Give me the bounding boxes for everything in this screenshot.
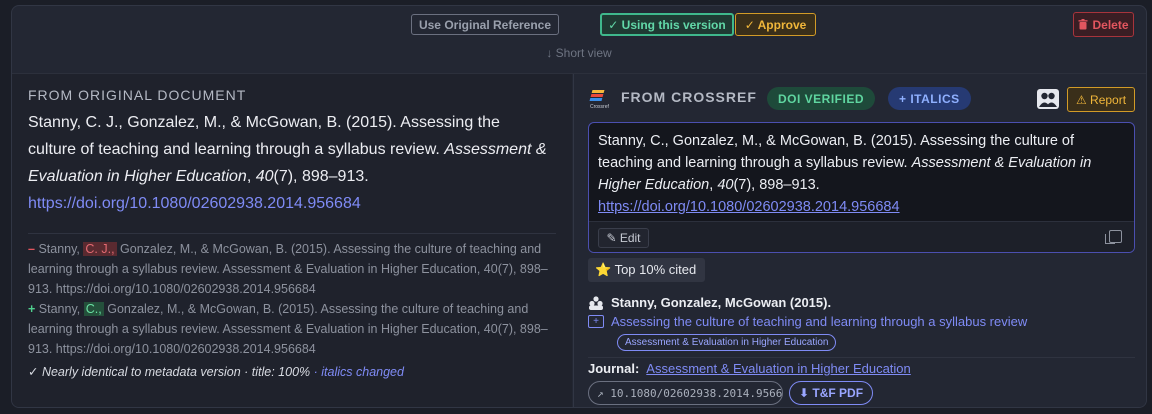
crossref-heading: FROM CROSSREF: [621, 89, 757, 105]
original-citation-text: Stanny, C. J., Gonzalez, M., & McGowan, …: [28, 114, 500, 158]
authors-icon[interactable]: [1037, 89, 1059, 109]
copy-icon[interactable]: [1105, 230, 1122, 244]
diff-text: Gonzalez, M., & McGowan, B. (2015). Asse…: [28, 302, 548, 356]
diff-removed-token: C. J.,: [83, 242, 117, 256]
tf-pdf-button[interactable]: ⬇ T&F PDF: [789, 381, 873, 405]
delete-label: Delete: [1092, 17, 1129, 32]
diff-removed-line: – Stanny, C. J., Gonzalez, M., & McGowan…: [28, 239, 550, 299]
original-doi-link[interactable]: https://doi.org/10.1080/02602938.2014.95…: [28, 195, 361, 212]
using-this-version-button[interactable]: ✓ Using this version: [600, 13, 734, 36]
journal-label: Journal:: [588, 361, 640, 376]
delete-button[interactable]: Delete: [1073, 12, 1134, 37]
authors-row: Stanny, Gonzalez, McGowan (2015).: [588, 295, 831, 310]
crossref-reference-text: Stanny, C., Gonzalez, M., & McGowan, B. …: [598, 130, 1126, 218]
journal-link[interactable]: Assessment & Evaluation in Higher Educat…: [646, 361, 910, 376]
toolbar: Use Original Reference ✓ Using this vers…: [12, 6, 1146, 44]
journal-tag[interactable]: Assessment & Evaluation in Higher Educat…: [617, 334, 837, 351]
crossref-volume: 40: [717, 177, 734, 193]
divider: [588, 357, 1135, 358]
people-icon: [589, 295, 603, 310]
report-button[interactable]: ⚠ Report: [1067, 87, 1135, 112]
similarity-note: ✓ Nearly identical to metadata version ·…: [28, 364, 404, 379]
doi-pill-link[interactable]: ↗ 10.1080/02602938.2014.956684: [588, 381, 783, 405]
original-volume: 40: [255, 168, 274, 185]
article-title-link[interactable]: Assessing the culture of teaching and le…: [611, 314, 1027, 329]
diff-added-token: C.,: [83, 302, 104, 316]
edit-button[interactable]: ✎ Edit: [598, 228, 649, 248]
italics-changed-note: · italics changed: [313, 365, 404, 379]
use-original-reference-button[interactable]: Use Original Reference: [411, 14, 559, 35]
comma: ,: [246, 168, 256, 185]
trash-icon: [1078, 19, 1088, 30]
plus-sign: +: [28, 302, 36, 316]
diff-text: Stanny,: [38, 302, 81, 316]
title-row: + Assessing the culture of teaching and …: [588, 314, 1027, 329]
similarity-text: ✓ Nearly identical to metadata version ·…: [28, 365, 311, 379]
divider: [28, 233, 556, 234]
expand-plus-icon[interactable]: +: [588, 315, 604, 328]
crossref-section: Crossref FROM CROSSREF DOI VERIFIED + IT…: [573, 74, 1146, 407]
diff-text: Stanny,: [38, 242, 80, 256]
italics-badge: + ITALICS: [888, 87, 971, 110]
reference-box-footer: ✎ Edit: [589, 221, 1134, 252]
reference-review-panel: Use Original Reference ✓ Using this vers…: [11, 5, 1147, 408]
authors-year: Stanny, Gonzalez, McGowan (2015).: [611, 295, 832, 310]
crossref-issue-pages: (7), 898–913.: [733, 177, 820, 193]
original-issue-pages: (7), 898–913.: [273, 168, 369, 185]
crossref-doi-link[interactable]: https://doi.org/10.1080/02602938.2014.95…: [598, 199, 900, 215]
crossref-logo-icon: Crossref: [588, 88, 610, 110]
journal-row: Journal: Assessment & Evaluation in High…: [588, 361, 911, 376]
doi-verified-badge: DOI VERIFIED: [767, 87, 876, 110]
approve-button[interactable]: ✓ Approve: [735, 13, 816, 36]
diff-added-line: + Stanny, C., Gonzalez, M., & McGowan, B…: [28, 299, 550, 359]
original-heading: FROM ORIGINAL DOCUMENT: [28, 87, 247, 103]
crossref-reference-box: Stanny, C., Gonzalez, M., & McGowan, B. …: [588, 122, 1135, 253]
original-document-section: FROM ORIGINAL DOCUMENT Stanny, C. J., Go…: [12, 74, 572, 407]
top-cited-badge: ⭐ Top 10% cited: [588, 258, 705, 282]
minus-sign: –: [28, 242, 35, 256]
crossref-logo-text: Crossref: [590, 104, 610, 110]
short-view-toggle[interactable]: ↓ Short view: [12, 46, 1146, 60]
original-reference-text: Stanny, C. J., Gonzalez, M., & McGowan, …: [28, 109, 548, 217]
